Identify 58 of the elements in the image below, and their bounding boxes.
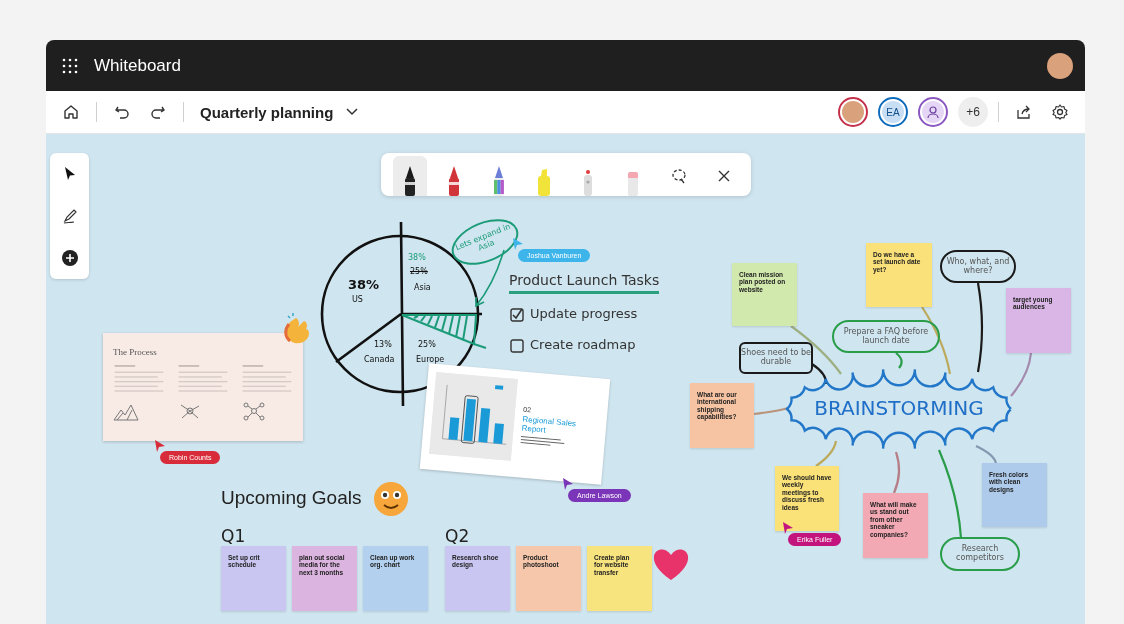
share-icon xyxy=(1015,103,1033,121)
user-avatar[interactable] xyxy=(1047,52,1073,79)
chart-label: Canada xyxy=(364,355,395,364)
settings-icon xyxy=(1051,103,1069,121)
collaborator-avatar[interactable] xyxy=(918,97,948,127)
task-text: Update progress xyxy=(530,306,638,321)
task-list-title: Product Launch Tasks xyxy=(509,272,660,294)
app-title: Whiteboard xyxy=(94,55,182,76)
cursor-icon xyxy=(563,478,573,490)
network-icon xyxy=(241,401,267,421)
checkbox[interactable] xyxy=(510,339,524,353)
text-lines-drawing xyxy=(177,365,229,395)
arrow xyxy=(475,249,505,308)
connector-line xyxy=(975,445,998,464)
slide-title: The Process xyxy=(113,347,158,357)
connector-line xyxy=(753,406,789,416)
column-label: Q2 xyxy=(445,526,471,546)
chart-value: 25% xyxy=(418,340,436,349)
text-lines-drawing xyxy=(113,365,165,395)
cursor-icon xyxy=(513,238,523,250)
cursor-icon xyxy=(155,440,165,452)
smiley-icon xyxy=(374,482,408,516)
slide-title: Regional Sales Report xyxy=(521,415,578,437)
plus-icon xyxy=(60,249,79,267)
connector-line xyxy=(895,352,903,369)
mindmap-center-title: BRAINSTORMING xyxy=(813,396,985,420)
speech-bubble: Research competitors xyxy=(940,537,1020,571)
cursor-icon xyxy=(783,522,793,534)
connector-line xyxy=(815,440,838,467)
pen-icon xyxy=(61,208,78,224)
chart-value: 38% xyxy=(348,277,380,292)
speech-bubble: Who, what, and where? xyxy=(940,250,1016,283)
board-title-dropdown[interactable]: Quarterly planning xyxy=(194,99,366,125)
clapping-hands-icon xyxy=(284,312,309,344)
checkbox[interactable] xyxy=(510,308,524,322)
chart-label: Europe xyxy=(416,355,445,364)
speech-bubble: Shoes need to be durable xyxy=(739,342,813,374)
chart-value: 13% xyxy=(374,340,392,349)
home-icon xyxy=(62,103,80,121)
chart-label: US xyxy=(352,295,363,304)
scribble-drawing xyxy=(520,435,565,448)
connector-line xyxy=(893,451,901,494)
lasso-icon xyxy=(670,167,689,185)
chart-label: Asia xyxy=(414,283,431,292)
more-collaborators-button[interactable]: +6 xyxy=(958,97,988,127)
collaborator-avatar[interactable]: EA xyxy=(878,97,908,127)
collaborator-avatar[interactable] xyxy=(838,97,868,127)
pen-tool-button[interactable] xyxy=(393,156,427,196)
chart-value: 38% xyxy=(408,253,426,262)
person-icon xyxy=(926,105,940,119)
text-lines-drawing xyxy=(241,365,293,395)
column-label: Q1 xyxy=(221,526,247,546)
task-text: Create roadmap xyxy=(530,337,636,352)
struck-value: 25% xyxy=(410,267,428,276)
connector-line xyxy=(1010,352,1033,397)
heart-icon xyxy=(653,549,689,580)
speech-bubble: Prepare a FAQ before launch date xyxy=(832,320,940,353)
goals-title: Upcoming Goals xyxy=(221,487,362,509)
